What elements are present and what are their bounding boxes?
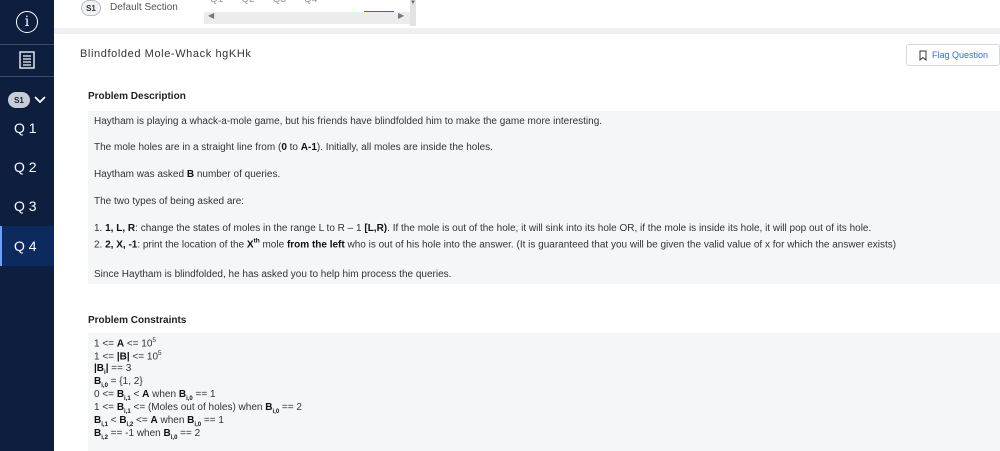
vertical-scrollbar[interactable]: ▼ (410, 0, 416, 26)
description-paragraph: Since Haytham is blindfolded, he has ask… (94, 269, 452, 280)
scroll-right-icon[interactable]: ▶ (398, 11, 404, 20)
sidebar-item-q3[interactable]: Q 3 (0, 186, 54, 226)
horizontal-scrollbar[interactable]: ◀ ▶ (204, 11, 410, 24)
list-item: 1. 1, L, R: change the states of moles i… (94, 223, 872, 234)
tab-q1[interactable]: Q1 (210, 0, 223, 5)
description-paragraph: Haytham is playing a whack-a-mole game, … (94, 116, 603, 127)
sidebar-item-q2[interactable]: Q 2 (0, 147, 54, 187)
constraint-line: 1 <= |B| <= 105 (94, 350, 162, 363)
problem-constraints: 1 <= A <= 105 1 <= |B| <= 105 |Bi| == 3 … (88, 333, 1000, 451)
sidebar-divider (0, 76, 54, 77)
constraint-line: Bi,0 = {1, 2} (94, 376, 143, 389)
constraint-line: Bi,1 < Bi,2 <= A when Bi,0 == 1 (94, 415, 224, 428)
problem-description: Haytham is playing a whack-a-mole game, … (88, 111, 1000, 284)
info-icon: i (16, 11, 38, 33)
question-title: Blindfolded Mole-Whack hgKHk (80, 48, 252, 60)
section-badge: S1 (81, 0, 101, 16)
tab-q4[interactable]: Q4 (304, 0, 317, 5)
constraint-line: 1 <= A <= 105 (94, 337, 157, 350)
chevron-down-icon (34, 96, 46, 104)
constraint-line: Bi,2 == -1 when Bi,0 == 2 (94, 428, 201, 441)
tab-q3[interactable]: Q3 (273, 0, 286, 5)
query-types-list: 1. 1, L, R: change the states of moles i… (94, 222, 994, 251)
section-toggle[interactable]: S1 (8, 92, 46, 108)
document-list-icon (19, 51, 35, 69)
description-paragraph: Haytham was asked B number of queries. (94, 169, 281, 180)
constraint-line: 0 <= Bi,1 < A when Bi,0 == 1 (94, 389, 216, 402)
sidebar: i S1 Q 1 Q 2 Q 3 Q 4 (0, 0, 54, 451)
description-paragraph: The mole holes are in a straight line fr… (94, 142, 493, 153)
question-panel: Blindfolded Mole-Whack hgKHk Flag Questi… (54, 34, 1000, 451)
question-list-button[interactable] (0, 44, 54, 76)
sidebar-item-q4[interactable]: Q 4 (0, 226, 54, 266)
list-item: 2. 2, X, -1: print the location of the X… (94, 238, 897, 251)
question-tabs: Q1 Q2 Q3 Q4 ◀ ▶ ▼ (204, 0, 416, 26)
info-button[interactable]: i (0, 0, 54, 44)
section-badge: S1 (8, 92, 30, 108)
constraint-line: |Bi| == 3 (94, 363, 132, 376)
scroll-left-icon[interactable]: ◀ (208, 11, 214, 20)
bookmark-icon (919, 50, 927, 61)
problem-description-heading: Problem Description (88, 91, 186, 102)
top-bar: S1 Default Section Q1 Q2 Q3 Q4 ◀ ▶ ▼ (54, 0, 1000, 28)
constraint-line: 1 <= Bi,1 <= (Moles out of holes) when B… (94, 402, 302, 415)
flag-question-button[interactable]: Flag Question (906, 44, 1000, 66)
description-paragraph: The two types of being asked are: (94, 196, 245, 207)
problem-constraints-heading: Problem Constraints (88, 315, 187, 326)
flag-question-label: Flag Question (932, 50, 989, 60)
sidebar-item-q1[interactable]: Q 1 (0, 108, 54, 148)
section-name: Default Section (110, 2, 178, 13)
tab-q2[interactable]: Q2 (241, 0, 254, 5)
